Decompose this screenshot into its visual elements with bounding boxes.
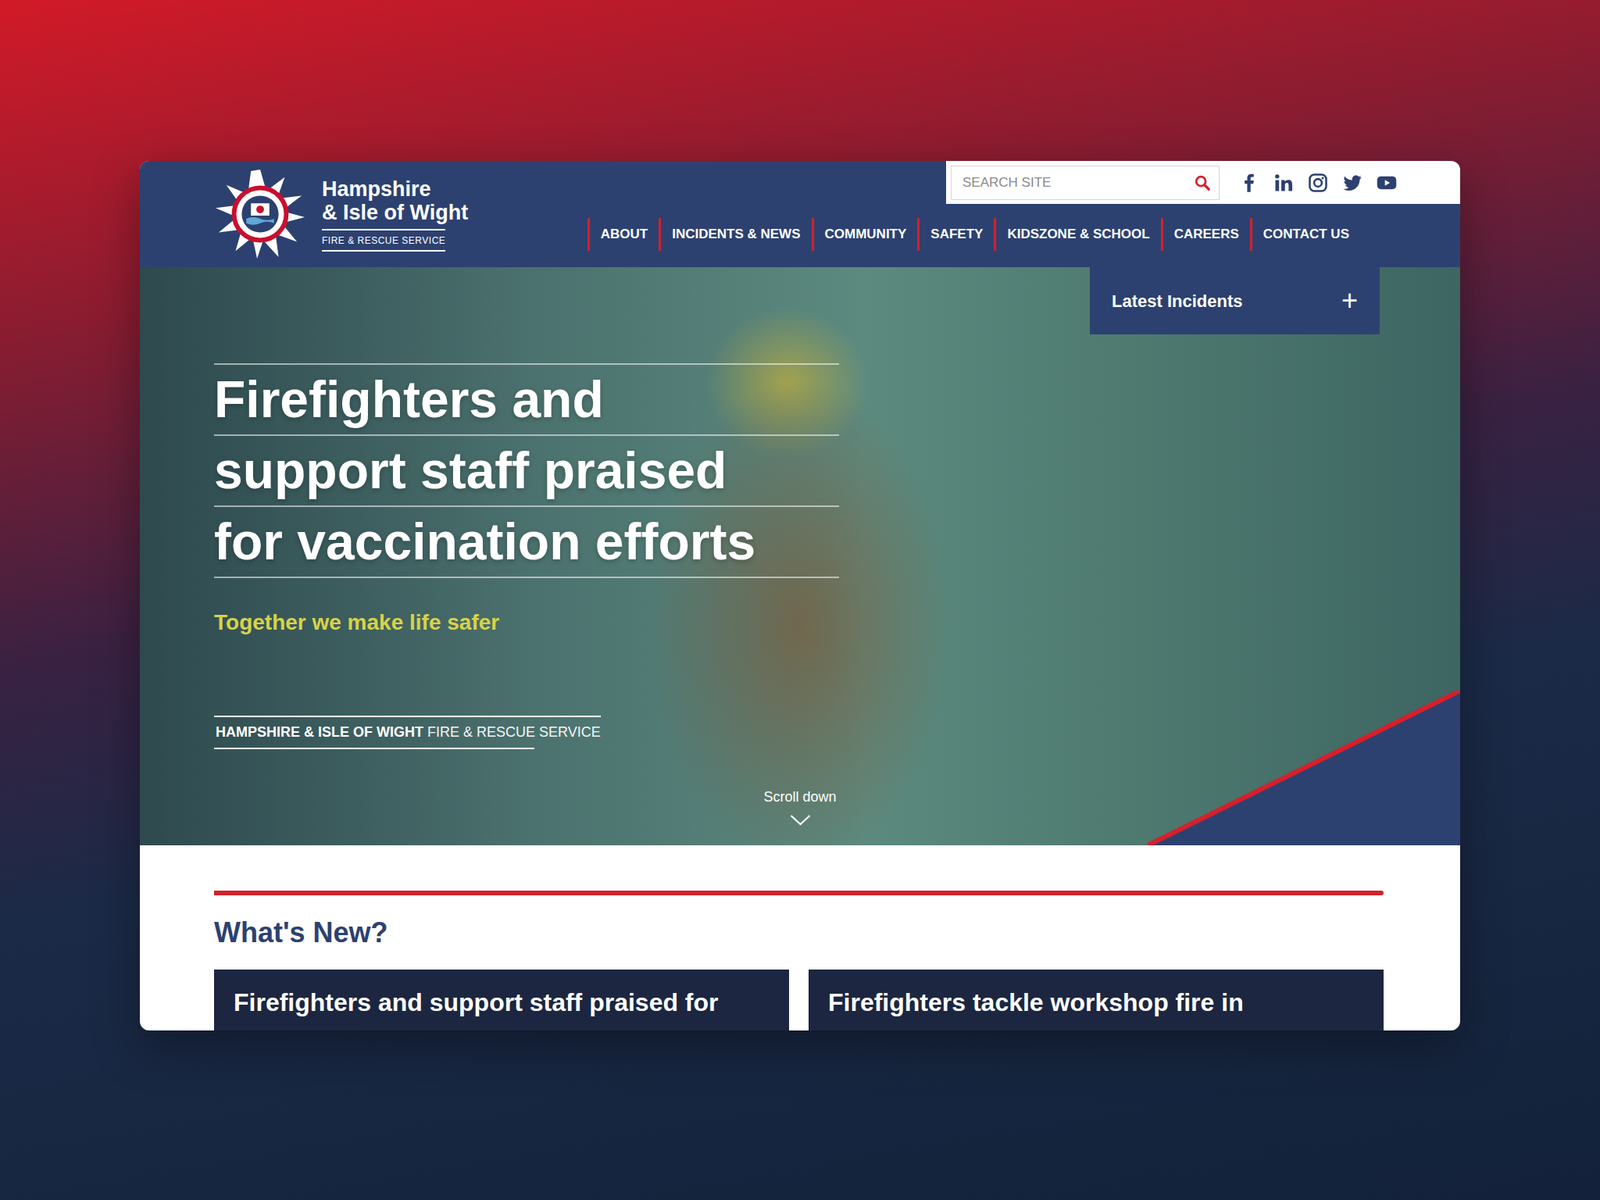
corner-decoration bbox=[1147, 690, 1461, 846]
main-nav: ABOUTINCIDENTS & NEWSCOMMUNITYSAFETYKIDS… bbox=[587, 217, 1461, 251]
brand-subtitle: FIRE & RESCUE SERVICE bbox=[427, 724, 601, 740]
browser-window: Hampshire & Isle of Wight FIRE & RESCUE … bbox=[139, 160, 1461, 1031]
instagram-icon[interactable] bbox=[1307, 171, 1329, 194]
youtube-icon[interactable] bbox=[1375, 171, 1398, 194]
hero-headline[interactable]: Firefighters andsupport staff praisedfor… bbox=[214, 363, 840, 579]
scroll-down-label: Scroll down bbox=[763, 786, 836, 808]
logo-subtitle: FIRE & RESCUE SERVICE bbox=[321, 228, 446, 252]
news-card-title[interactable]: Firefighters and support staff praised f… bbox=[233, 986, 770, 1020]
nav-link[interactable]: KIDSZONE & SCHOOL bbox=[993, 217, 1161, 251]
social-links bbox=[1238, 171, 1398, 194]
news-list: Firefighters and support staff praised f… bbox=[214, 969, 1384, 1031]
site-logo[interactable]: Hampshire & Isle of Wight FIRE & RESCUE … bbox=[139, 160, 468, 268]
brand-name: HAMPSHIRE & ISLE OF WIGHT bbox=[215, 724, 424, 740]
site-header: Hampshire & Isle of Wight FIRE & RESCUE … bbox=[139, 160, 1461, 268]
nav-link[interactable]: ABOUT bbox=[587, 217, 659, 251]
twitter-icon[interactable] bbox=[1341, 171, 1364, 194]
whats-new-section: What's New? Firefighters and support sta… bbox=[139, 845, 1461, 1031]
scroll-down-button[interactable]: Scroll down bbox=[763, 786, 836, 827]
headline-line: Firefighters and bbox=[214, 364, 840, 436]
hero-banner: Firefighters andsupport staff praisedfor… bbox=[139, 267, 1461, 846]
facebook-icon[interactable] bbox=[1238, 171, 1261, 194]
chevron-down-icon[interactable] bbox=[789, 814, 811, 827]
section-rule bbox=[214, 890, 1384, 896]
headline-line: support staff praised bbox=[214, 435, 840, 508]
latest-incidents-toggle[interactable]: Latest Incidents + bbox=[1089, 267, 1380, 335]
nav-link[interactable]: CAREERS bbox=[1160, 217, 1250, 251]
search-strip bbox=[946, 160, 1461, 204]
latest-incidents-label: Latest Incidents bbox=[1111, 288, 1243, 315]
nav-link[interactable]: COMMUNITY bbox=[811, 217, 918, 251]
news-card[interactable]: Firefighters and support staff praised f… bbox=[214, 969, 790, 1031]
nav-link[interactable]: SAFETY bbox=[917, 217, 994, 251]
section-title: What's New? bbox=[214, 915, 1384, 950]
linkedin-icon[interactable] bbox=[1272, 171, 1295, 194]
fire-service-crest-icon bbox=[214, 167, 307, 261]
hero-tagline: Together we make life safer bbox=[214, 606, 1461, 640]
search-field[interactable] bbox=[950, 165, 1220, 200]
nav-link[interactable]: INCIDENTS & NEWS bbox=[658, 217, 811, 251]
news-card[interactable]: Firefighters tackle workshop fire in bbox=[808, 969, 1384, 1031]
logo-line: Hampshire bbox=[321, 177, 432, 201]
headline-line: for vaccination efforts bbox=[214, 507, 840, 579]
nav-link[interactable]: CONTACT US bbox=[1250, 217, 1361, 251]
brand-strip: HAMPSHIRE & ISLE OF WIGHT FIRE & RESCUE … bbox=[214, 715, 601, 748]
news-card-title[interactable]: Firefighters tackle workshop fire in bbox=[828, 986, 1365, 1020]
search-input[interactable] bbox=[960, 171, 1194, 194]
plus-icon[interactable]: + bbox=[1341, 286, 1358, 315]
search-icon[interactable] bbox=[1193, 174, 1211, 192]
logo-line: & Isle of Wight bbox=[321, 200, 468, 225]
